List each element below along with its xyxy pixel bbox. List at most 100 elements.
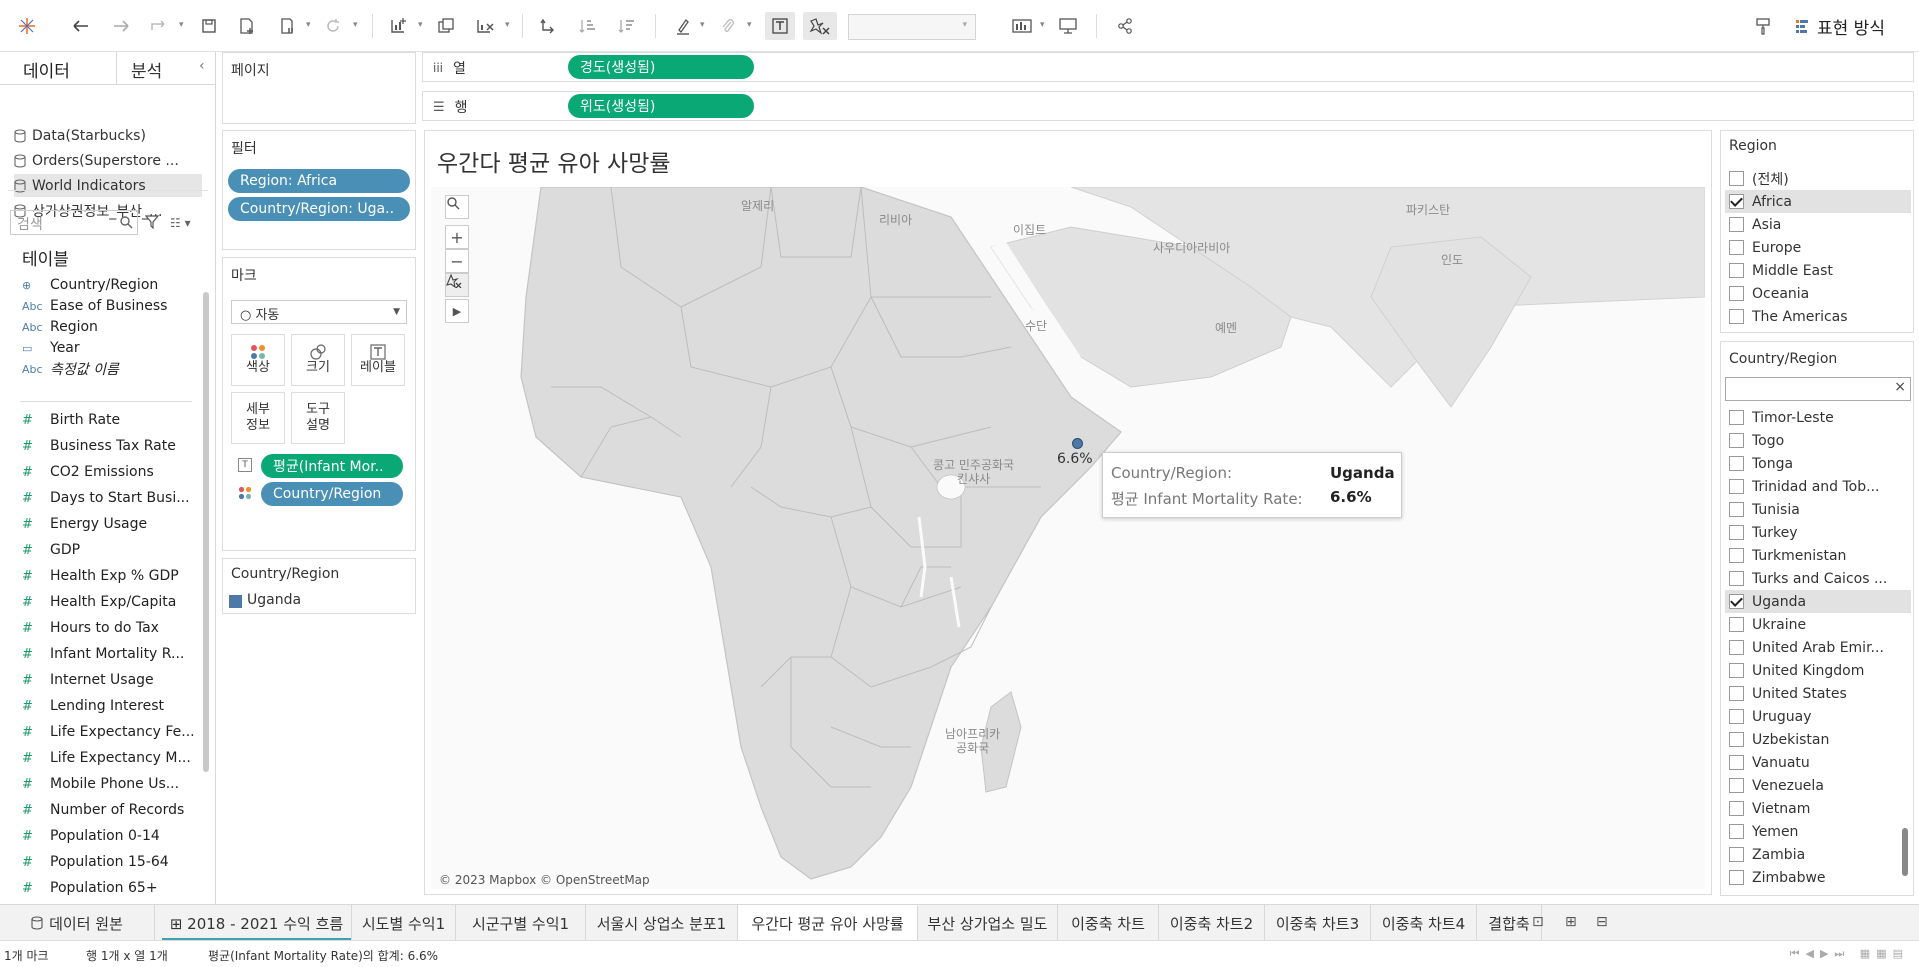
checkbox[interactable] — [1729, 571, 1744, 586]
measure-field[interactable]: # CO2 Emissions — [22, 461, 202, 483]
filter-pill-country[interactable]: Country/Region: Uga.. — [228, 197, 410, 221]
country-filter-item[interactable]: Turkey — [1725, 521, 1909, 544]
checkbox[interactable] — [1729, 755, 1744, 770]
rows-pill-latitude[interactable]: 위도(생성됨) — [568, 94, 754, 118]
checkbox[interactable] — [1729, 194, 1744, 209]
checkbox[interactable] — [1729, 217, 1744, 232]
rows-shelf[interactable]: ☰ 행 위도(생성됨) — [422, 91, 1914, 121]
country-filter-item[interactable]: United States — [1725, 682, 1909, 705]
region-filter-item[interactable]: (전체) — [1725, 167, 1909, 190]
measure-field[interactable]: # Infant Mortality R... — [22, 643, 202, 665]
checkbox[interactable] — [1729, 709, 1744, 724]
new-worksheet-tab-icon[interactable]: ⊡ — [1532, 914, 1544, 930]
dimension-field[interactable]: Abc 측정값 이름 — [22, 358, 202, 380]
checkbox[interactable] — [1729, 870, 1744, 885]
measure-field[interactable]: # Population 65+ — [22, 877, 202, 899]
country-filter-item[interactable]: Zambia — [1725, 843, 1909, 866]
scrollbar[interactable] — [1902, 828, 1908, 876]
color-button[interactable]: 색상 — [231, 334, 285, 386]
checkbox[interactable] — [1729, 456, 1744, 471]
checkbox[interactable] — [1729, 263, 1744, 278]
fit-select[interactable]: ▾ — [848, 14, 976, 40]
data-source-item[interactable]: World Indicators — [14, 174, 202, 197]
measure-field[interactable]: # GDP — [22, 539, 202, 561]
measure-field[interactable]: # Days to Start Busi... — [22, 487, 202, 509]
mark-type-select[interactable]: ○ 자동 ▼ — [231, 300, 407, 324]
collapse-pane-icon[interactable]: ‹ — [199, 58, 205, 74]
sheet-tab[interactable]: 시군구별 수익1 — [456, 905, 586, 941]
checkbox[interactable] — [1729, 824, 1744, 839]
highlight-icon[interactable] — [670, 12, 696, 40]
measure-field[interactable]: # Business Tax Rate — [22, 435, 202, 457]
card-caret-icon[interactable]: ▾ — [1040, 20, 1045, 30]
sheet-navigation-icons[interactable]: ⏮◀▶⏭ ▦▦▤ — [1790, 947, 1909, 961]
zoom-in-button[interactable]: + — [445, 225, 469, 249]
marks-pill-country[interactable]: Country/Region — [261, 482, 403, 506]
redo-icon[interactable] — [108, 12, 134, 40]
legend-item[interactable]: Uganda — [247, 592, 301, 608]
measure-field[interactable]: # Number of Records — [22, 799, 202, 821]
new-dashboard-tab-icon[interactable]: ⊞ — [1565, 914, 1577, 930]
sheet-tab[interactable]: 이중축 차트 — [1058, 905, 1159, 941]
zoom-out-button[interactable]: − — [445, 249, 469, 273]
columns-pill-longitude[interactable]: 경도(생성됨) — [568, 55, 754, 79]
undo-icon[interactable] — [68, 12, 94, 40]
fix-axes-icon[interactable] — [803, 12, 837, 40]
checkbox[interactable] — [1729, 479, 1744, 494]
sheet-tab[interactable]: 서울시 상업소 분포1 — [586, 905, 738, 941]
pause-caret-icon[interactable]: ▾ — [306, 20, 311, 30]
country-filter-item[interactable]: Tonga — [1725, 452, 1909, 475]
country-filter-search[interactable]: × — [1725, 377, 1911, 401]
highlight-caret-icon[interactable]: ▾ — [700, 20, 705, 30]
clear-icon[interactable]: × — [1894, 379, 1906, 395]
tooltip-button[interactable]: 도구 설명 — [291, 392, 345, 444]
checkbox[interactable] — [1729, 801, 1744, 816]
country-filter-item[interactable]: Togo — [1725, 429, 1909, 452]
map-search-button[interactable] — [445, 195, 469, 219]
columns-shelf[interactable]: iii 열 경도(생성됨) — [422, 52, 1914, 82]
measure-field[interactable]: # Life Expectancy M... — [22, 747, 202, 769]
new-data-source-icon[interactable] — [234, 12, 260, 40]
filter-pill-region[interactable]: Region: Africa — [228, 169, 410, 193]
replay-caret-icon[interactable]: ▾ — [179, 20, 184, 30]
pages-card[interactable]: 페이지 — [222, 52, 416, 124]
new-worksheet-caret-icon[interactable]: ▾ — [418, 20, 423, 30]
group-caret-icon[interactable]: ▾ — [747, 20, 752, 30]
measure-field[interactable]: # Population 15-64 — [22, 851, 202, 873]
reset-map-button[interactable] — [445, 273, 469, 297]
new-story-tab-icon[interactable]: ⊟ — [1596, 914, 1608, 930]
checkbox[interactable] — [1729, 732, 1744, 747]
dimension-field[interactable]: ⊕ Country/Region — [22, 274, 202, 296]
country-filter-item[interactable]: Timor-Leste — [1725, 406, 1909, 429]
marks-pill-infant-mortality[interactable]: 평균(Infant Mor.. — [261, 454, 403, 478]
swap-rows-columns-icon[interactable] — [535, 12, 561, 40]
country-filter-item[interactable]: Yemen — [1725, 820, 1909, 843]
measure-field[interactable]: # Lending Interest — [22, 695, 202, 717]
refresh-icon[interactable] — [320, 12, 346, 40]
checkbox[interactable] — [1729, 410, 1744, 425]
measure-field[interactable]: # Population 0-14 — [22, 825, 202, 847]
measure-field[interactable]: # Mobile Phone Us... — [22, 773, 202, 795]
country-filter-item[interactable]: Zimbabwe — [1725, 866, 1909, 889]
tab-data[interactable]: 데이터 — [0, 57, 107, 90]
show-mark-labels-icon[interactable] — [765, 12, 795, 40]
checkbox[interactable] — [1729, 548, 1744, 563]
region-filter-item[interactable]: Middle East — [1725, 259, 1909, 282]
sheet-tab[interactable]: 부산 상가업소 밀도 — [918, 905, 1058, 941]
checkbox[interactable] — [1729, 240, 1744, 255]
measure-field[interactable]: # Energy Usage — [22, 513, 202, 535]
dimension-field[interactable]: ▭ Year — [22, 337, 202, 359]
data-source-item[interactable]: Orders(Superstore ... — [14, 149, 202, 172]
share-icon[interactable] — [1112, 12, 1138, 40]
filter-icon[interactable] — [145, 215, 159, 229]
measure-field[interactable]: # Birth Rate — [22, 409, 202, 431]
pause-updates-icon[interactable] — [274, 12, 300, 40]
dimension-field[interactable]: Abc Region — [22, 316, 202, 338]
checkbox[interactable] — [1729, 594, 1744, 609]
card-visibility-icon[interactable] — [1008, 12, 1036, 40]
format-icon[interactable] — [1750, 12, 1776, 40]
save-icon[interactable] — [196, 12, 222, 40]
checkbox[interactable] — [1729, 686, 1744, 701]
presentation-mode-icon[interactable] — [1055, 12, 1081, 40]
checkbox[interactable] — [1729, 502, 1744, 517]
